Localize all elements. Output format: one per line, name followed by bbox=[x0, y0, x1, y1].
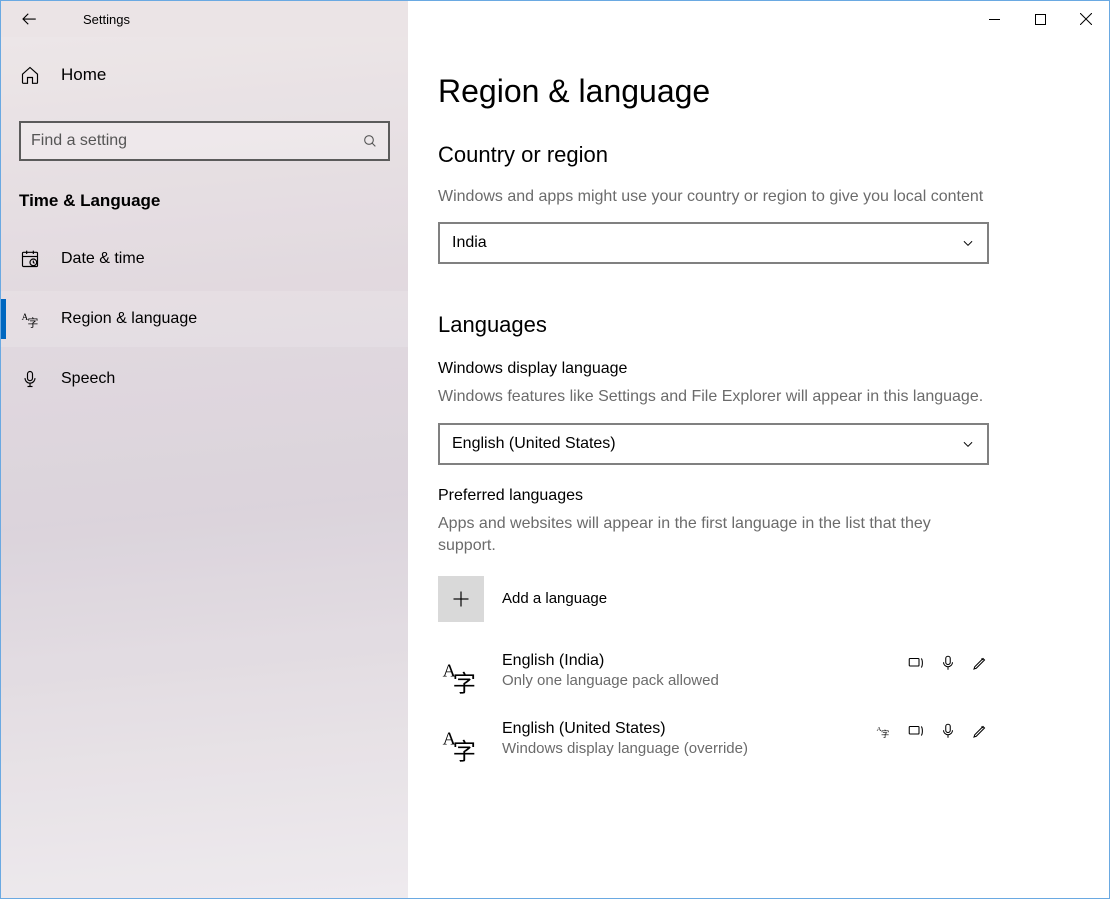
language-item[interactable]: A字 English (India) Only one language pac… bbox=[438, 652, 989, 698]
handwriting-icon bbox=[971, 654, 989, 672]
preferred-languages-sub: Preferred languages bbox=[438, 487, 989, 505]
sidebar-item-label: Date & time bbox=[61, 250, 145, 268]
sidebar-home[interactable]: Home bbox=[19, 47, 390, 103]
chevron-down-icon bbox=[961, 437, 975, 451]
language-icon: A字 bbox=[19, 309, 41, 329]
home-icon bbox=[19, 65, 41, 85]
language-name: English (United States) bbox=[502, 720, 875, 738]
microphone-icon bbox=[19, 369, 41, 389]
settings-window: Settings Home bbox=[0, 0, 1110, 899]
chevron-down-icon bbox=[961, 236, 975, 250]
preferred-languages-desc: Apps and websites will appear in the fir… bbox=[438, 513, 989, 558]
region-desc: Windows and apps might use your country … bbox=[438, 186, 989, 208]
speech-icon bbox=[939, 722, 957, 740]
display-language-dropdown[interactable]: English (United States) bbox=[438, 423, 989, 465]
display-language-sub: Windows display language bbox=[438, 360, 989, 378]
speech-icon bbox=[939, 654, 957, 672]
region-dropdown[interactable]: India bbox=[438, 222, 989, 264]
display-language-value: English (United States) bbox=[452, 435, 616, 453]
close-button[interactable] bbox=[1063, 1, 1109, 37]
text-to-speech-icon bbox=[907, 722, 925, 740]
handwriting-icon bbox=[971, 722, 989, 740]
language-features bbox=[907, 654, 989, 672]
search-box[interactable] bbox=[19, 121, 390, 161]
plus-box bbox=[438, 576, 484, 622]
text-to-speech-icon bbox=[907, 654, 925, 672]
language-sub: Only one language pack allowed bbox=[502, 672, 907, 689]
language-text: English (United States) Windows display … bbox=[502, 720, 875, 757]
language-glyph-icon: A字 bbox=[438, 652, 484, 698]
maximize-icon bbox=[1035, 14, 1046, 25]
language-features: A字 bbox=[875, 722, 989, 740]
sidebar-item-label: Region & language bbox=[61, 310, 197, 328]
minimize-icon bbox=[989, 14, 1000, 25]
home-label: Home bbox=[61, 65, 106, 85]
back-button[interactable] bbox=[9, 1, 49, 37]
language-glyph-icon: A字 bbox=[438, 720, 484, 766]
display-language-desc: Windows features like Settings and File … bbox=[438, 386, 989, 408]
titlebar: Settings bbox=[1, 1, 1109, 37]
add-language-button[interactable]: Add a language bbox=[438, 576, 989, 622]
calendar-clock-icon bbox=[19, 249, 41, 269]
svg-text:字: 字 bbox=[453, 670, 476, 694]
plus-icon bbox=[451, 589, 471, 609]
language-name: English (India) bbox=[502, 652, 907, 670]
close-icon bbox=[1080, 13, 1092, 25]
svg-text:字: 字 bbox=[28, 316, 39, 330]
page-title: Region & language bbox=[438, 73, 989, 110]
region-heading: Country or region bbox=[438, 142, 989, 168]
sidebar-item-speech[interactable]: Speech bbox=[1, 351, 408, 407]
content-pane: Region & language Country or region Wind… bbox=[408, 37, 1109, 898]
language-text: English (India) Only one language pack a… bbox=[502, 652, 907, 689]
sidebar-group-title: Time & Language bbox=[19, 191, 390, 211]
window-title: Settings bbox=[83, 12, 130, 27]
sidebar: Home Time & Language Date & time A字 Regi… bbox=[1, 37, 408, 898]
search-icon bbox=[362, 133, 378, 149]
titlebar-right bbox=[408, 1, 1109, 37]
sidebar-item-region-language[interactable]: A字 Region & language bbox=[1, 291, 408, 347]
display-language-icon: A字 bbox=[875, 722, 893, 740]
add-language-label: Add a language bbox=[502, 590, 607, 607]
sidebar-item-label: Speech bbox=[61, 370, 115, 388]
languages-heading: Languages bbox=[438, 312, 989, 338]
back-arrow-icon bbox=[20, 10, 38, 28]
language-sub: Windows display language (override) bbox=[502, 740, 875, 757]
body: Home Time & Language Date & time A字 Regi… bbox=[1, 37, 1109, 898]
maximize-button[interactable] bbox=[1017, 1, 1063, 37]
language-item[interactable]: A字 English (United States) Windows displ… bbox=[438, 720, 989, 766]
sidebar-item-date-time[interactable]: Date & time bbox=[1, 231, 408, 287]
region-value: India bbox=[452, 234, 487, 252]
svg-text:字: 字 bbox=[881, 729, 889, 739]
svg-text:字: 字 bbox=[453, 738, 476, 762]
minimize-button[interactable] bbox=[971, 1, 1017, 37]
titlebar-left: Settings bbox=[1, 1, 408, 37]
search-input[interactable] bbox=[31, 132, 362, 150]
